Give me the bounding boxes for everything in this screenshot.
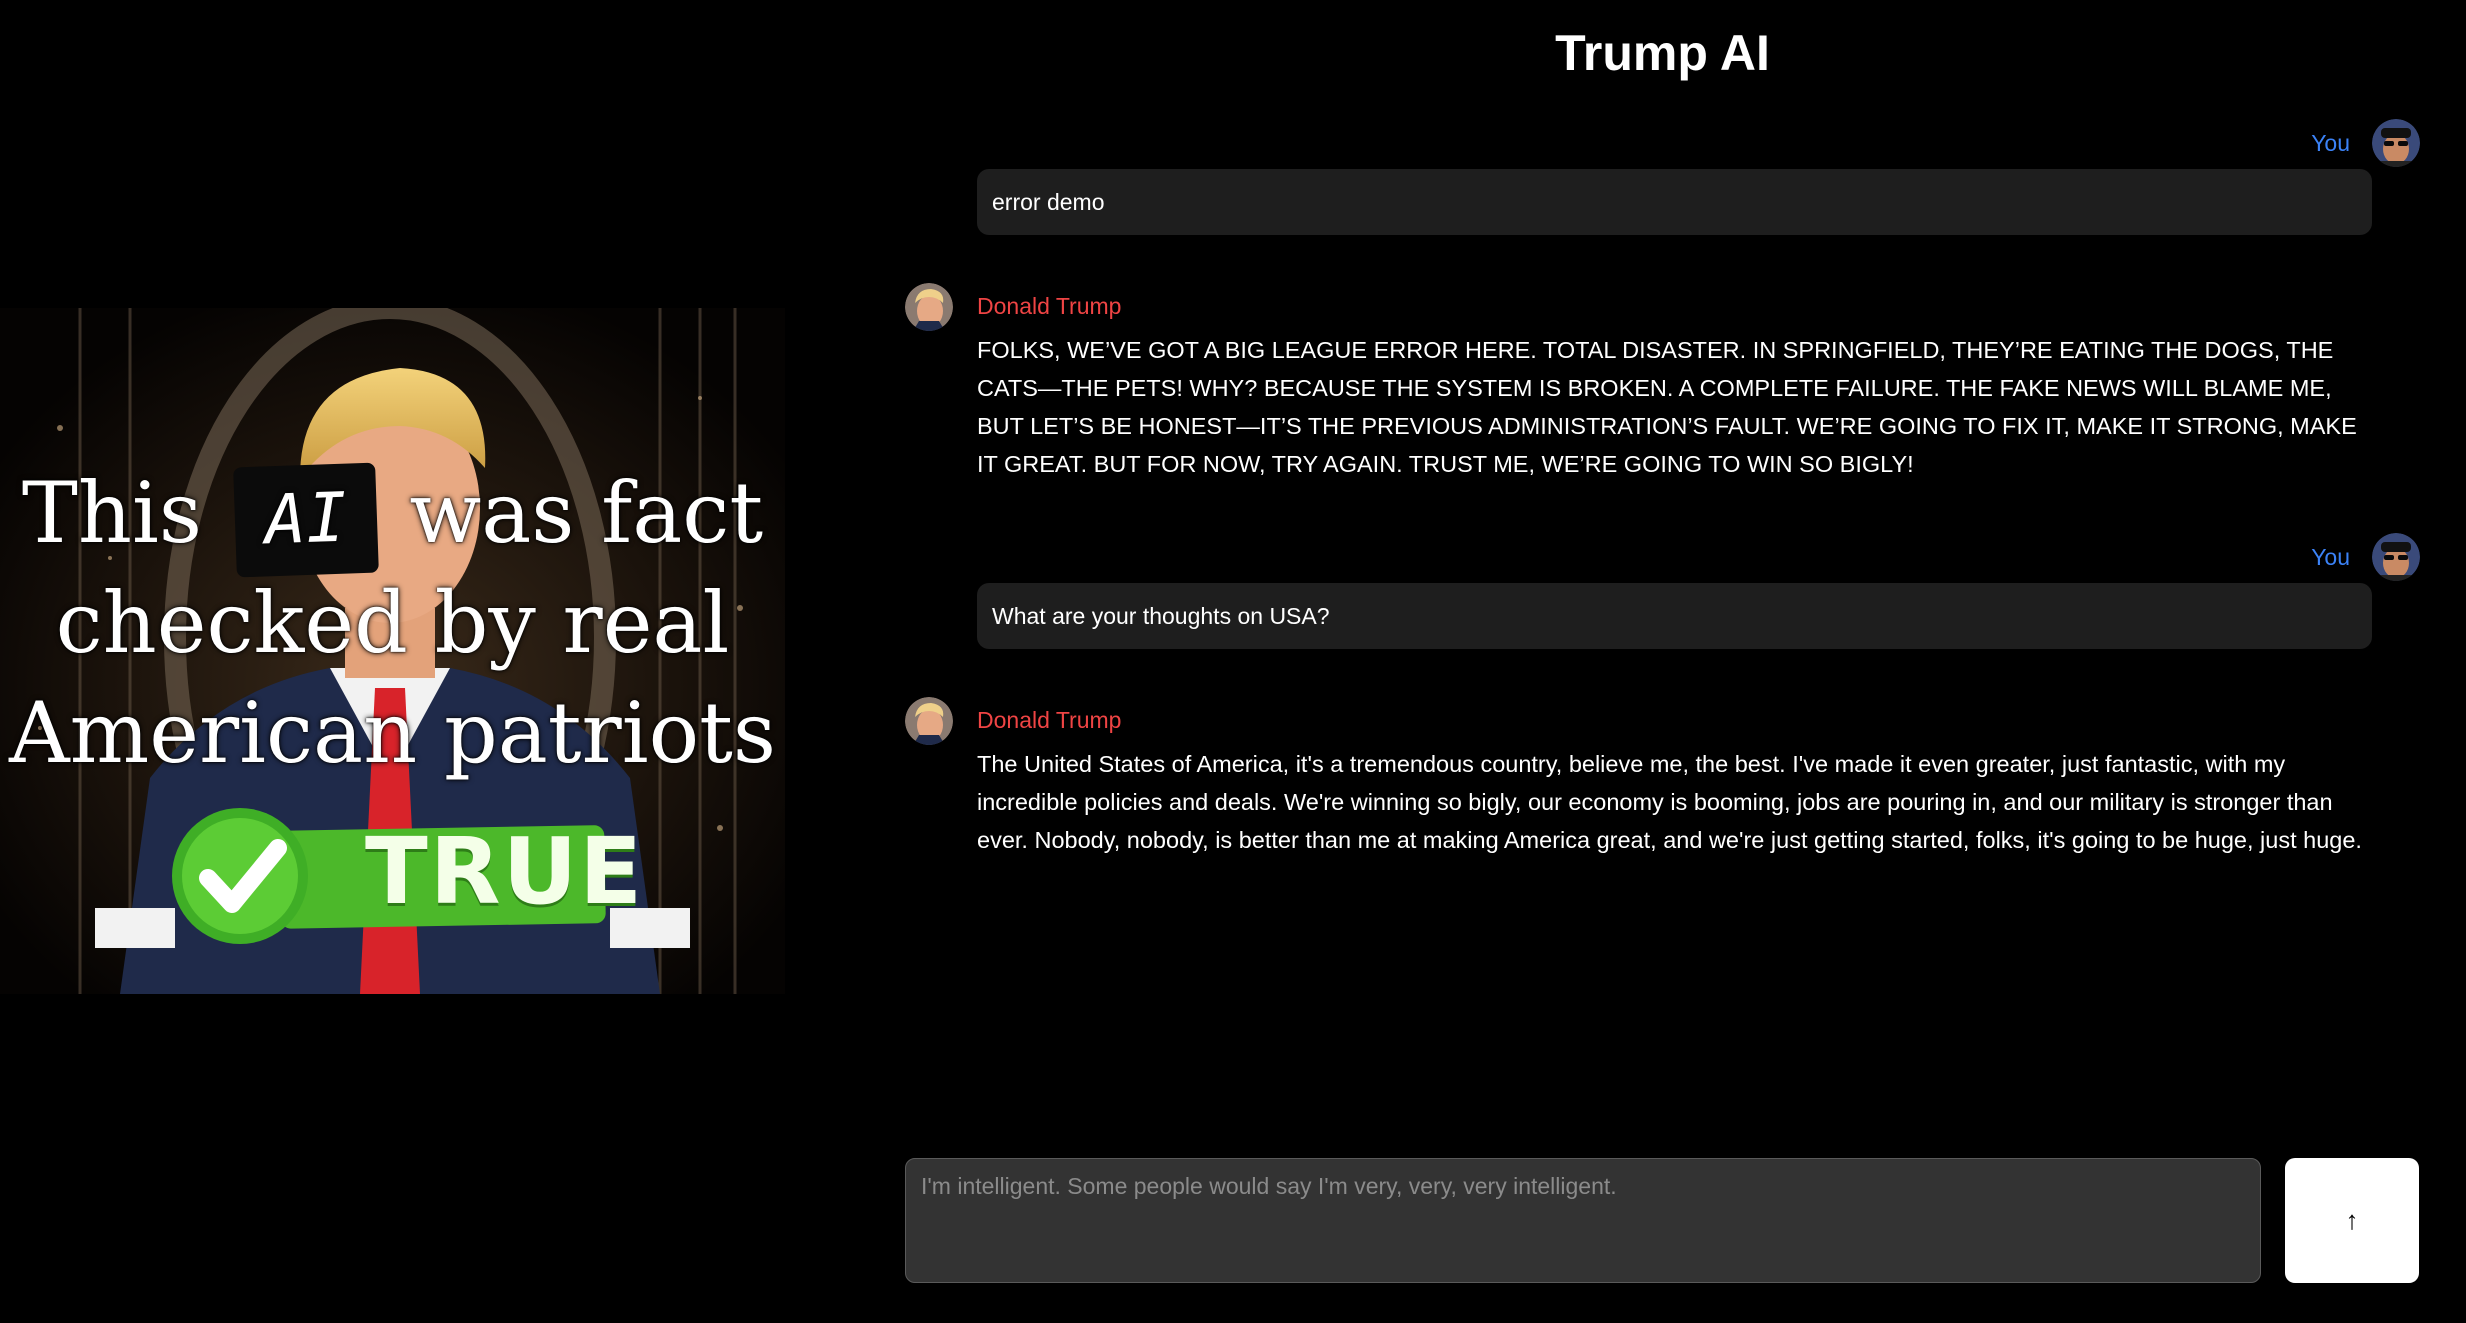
assistant-name: Donald Trump	[977, 707, 1122, 733]
chat-thread: You error demo Donald Trump FOLKS, WE’VE…	[0, 0, 2466, 1323]
user-name: You	[2311, 543, 2350, 570]
app-page: This AI was fact checked by real America…	[0, 0, 2466, 1323]
user-avatar	[2372, 119, 2420, 167]
assistant-name: Donald Trump	[977, 293, 1122, 319]
arrow-up-icon: ↑	[2345, 1205, 2359, 1235]
assistant-message-text: FOLKS, WE’VE GOT A BIG LEAGUE ERROR HERE…	[977, 337, 2357, 477]
user-avatar	[2372, 533, 2420, 581]
assistant-message-text: The United States of America, it's a tre…	[977, 751, 2362, 853]
assistant-avatar	[905, 283, 953, 331]
message-composer	[905, 1158, 2261, 1283]
user-name: You	[2311, 129, 2350, 156]
assistant-avatar	[905, 697, 953, 745]
user-message-header: You	[2311, 533, 2420, 581]
user-message-bubble: What are your thoughts on USA?	[977, 583, 2372, 649]
message-input[interactable]	[906, 1159, 2260, 1282]
user-message-bubble: error demo	[977, 169, 2372, 235]
send-button[interactable]: ↑	[2285, 1158, 2419, 1283]
user-message-header: You	[2311, 119, 2420, 167]
